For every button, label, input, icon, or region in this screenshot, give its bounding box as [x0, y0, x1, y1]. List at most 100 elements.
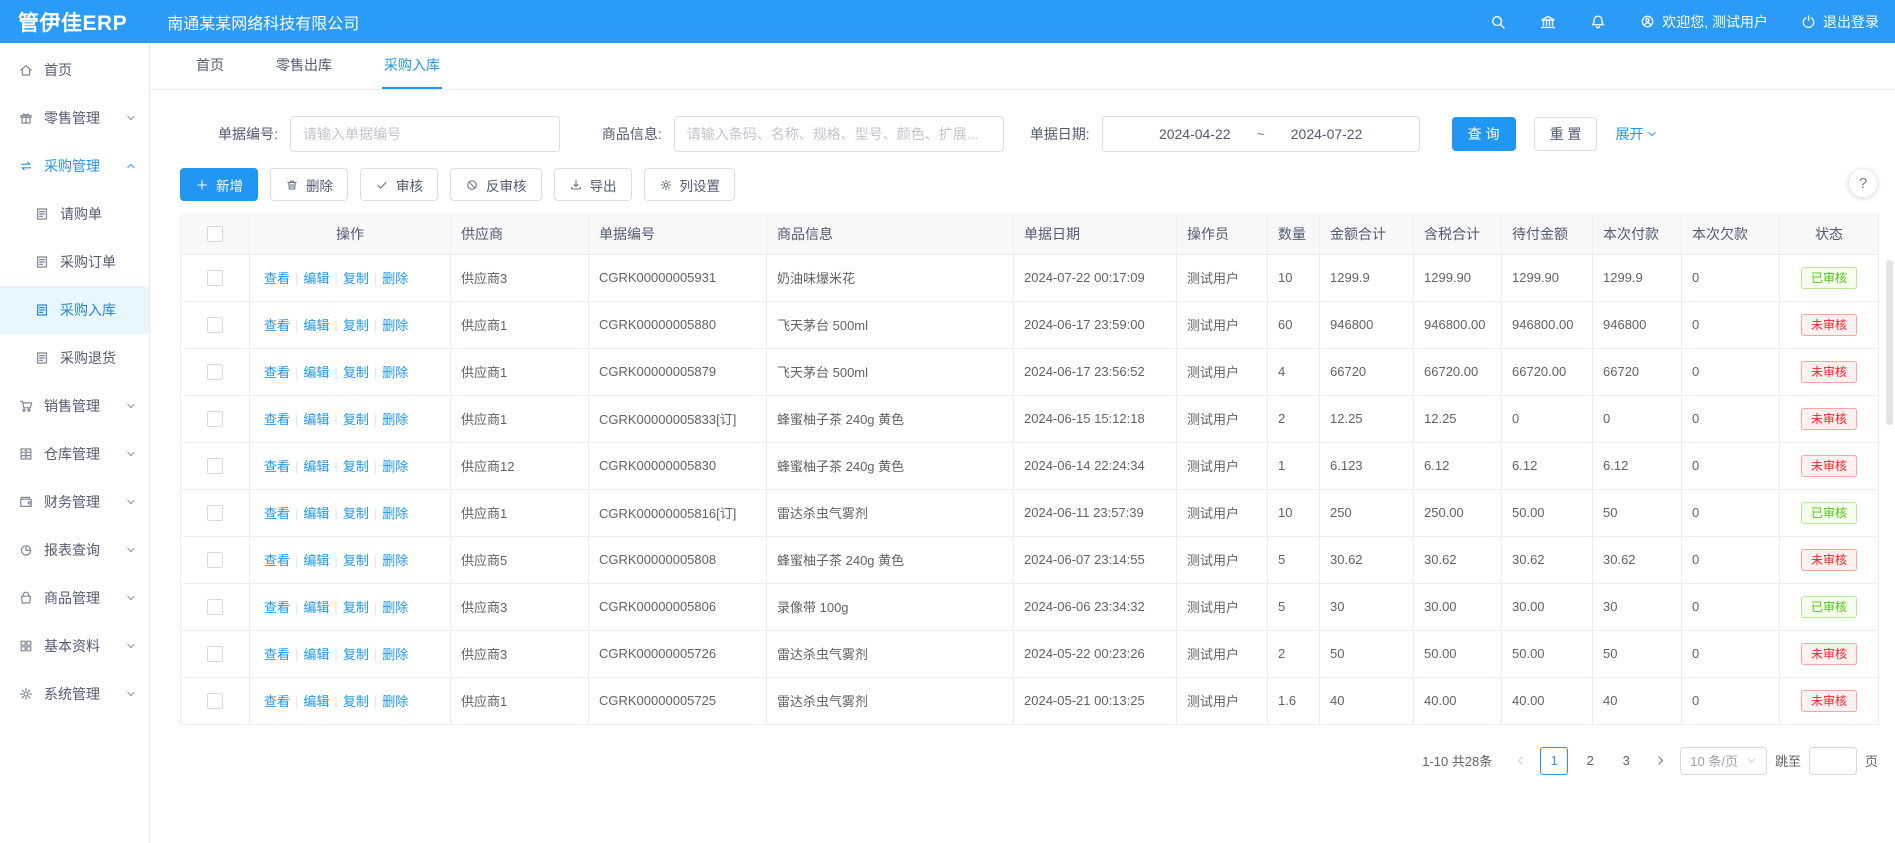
row-action-删除[interactable]: 删除 [382, 600, 408, 615]
row-action-编辑[interactable]: 编辑 [303, 459, 329, 474]
sidebar-item-purchase-return[interactable]: 采购退货 [0, 334, 149, 382]
tab-home[interactable]: 首页 [194, 43, 226, 89]
product-info-input[interactable] [674, 116, 1004, 152]
row-action-复制[interactable]: 复制 [343, 459, 369, 474]
sidebar-item-goods-mgmt[interactable]: 商品管理 [0, 574, 149, 622]
date-range-picker[interactable]: 2024-04-22 ~ 2024-07-22 [1102, 116, 1420, 152]
row-action-编辑[interactable]: 编辑 [303, 647, 329, 662]
add-button[interactable]: 新增 [180, 168, 258, 201]
row-checkbox[interactable] [207, 552, 223, 568]
row-action-复制[interactable]: 复制 [343, 365, 369, 380]
row-action-复制[interactable]: 复制 [343, 647, 369, 662]
sidebar-item-purchase-mgmt[interactable]: 采购管理 [0, 142, 149, 190]
tab-retail-outbound[interactable]: 零售出库 [274, 43, 334, 89]
row-action-删除[interactable]: 删除 [382, 506, 408, 521]
row-action-查看[interactable]: 查看 [264, 459, 290, 474]
sidebar-item-purchase-inbound[interactable]: 采购入库 [0, 286, 149, 334]
tab-purchase-inbound[interactable]: 采购入库 [382, 43, 442, 89]
select-all-checkbox[interactable] [207, 226, 223, 242]
row-action-删除[interactable]: 删除 [382, 694, 408, 709]
sidebar-item-retail-mgmt[interactable]: 零售管理 [0, 94, 149, 142]
row-action-删除[interactable]: 删除 [382, 459, 408, 474]
sidebar-item-system-mgmt[interactable]: 系统管理 [0, 670, 149, 718]
row-action-复制[interactable]: 复制 [343, 600, 369, 615]
page-size-select[interactable]: 10 条/页 [1680, 747, 1767, 775]
date-start[interactable]: 2024-04-22 [1159, 126, 1231, 142]
search-button[interactable]: 查 询 [1452, 117, 1516, 151]
row-action-删除[interactable]: 删除 [382, 647, 408, 662]
row-action-删除[interactable]: 删除 [382, 412, 408, 427]
page-jump-input[interactable] [1809, 747, 1857, 775]
scrollbar[interactable] [1886, 260, 1893, 425]
next-page-button[interactable] [1648, 747, 1672, 775]
row-checkbox[interactable] [207, 317, 223, 333]
row-checkbox[interactable] [207, 364, 223, 380]
row-action-查看[interactable]: 查看 [264, 318, 290, 333]
row-action-查看[interactable]: 查看 [264, 506, 290, 521]
row-action-复制[interactable]: 复制 [343, 694, 369, 709]
sidebar-item-home[interactable]: 首页 [0, 46, 149, 94]
row-action-编辑[interactable]: 编辑 [303, 553, 329, 568]
sidebar-item-report-query[interactable]: 报表查询 [0, 526, 149, 574]
row-action-编辑[interactable]: 编辑 [303, 694, 329, 709]
row-action-编辑[interactable]: 编辑 [303, 412, 329, 427]
page-number-3[interactable]: 3 [1612, 747, 1640, 775]
row-action-复制[interactable]: 复制 [343, 553, 369, 568]
sidebar-item-warehouse-mgmt[interactable]: 仓库管理 [0, 430, 149, 478]
help-button[interactable]: ? [1848, 168, 1878, 198]
row-action-编辑[interactable]: 编辑 [303, 318, 329, 333]
page-number-1[interactable]: 1 [1540, 747, 1568, 775]
delete-button[interactable]: 删除 [270, 168, 348, 201]
prev-page-button[interactable] [1508, 747, 1532, 775]
bank-icon[interactable] [1539, 13, 1557, 31]
row-action-编辑[interactable]: 编辑 [303, 506, 329, 521]
bell-icon[interactable] [1589, 13, 1607, 31]
row-checkbox[interactable] [207, 411, 223, 427]
row-checkbox[interactable] [207, 270, 223, 286]
row-action-删除[interactable]: 删除 [382, 318, 408, 333]
row-action-查看[interactable]: 查看 [264, 647, 290, 662]
sidebar-item-finance-mgmt[interactable]: 财务管理 [0, 478, 149, 526]
unaudit-button[interactable]: 反审核 [450, 168, 542, 201]
row-checkbox[interactable] [207, 646, 223, 662]
row-action-删除[interactable]: 删除 [382, 365, 408, 380]
row-action-复制[interactable]: 复制 [343, 412, 369, 427]
audit-button[interactable]: 审核 [360, 168, 438, 201]
page-number-2[interactable]: 2 [1576, 747, 1604, 775]
row-action-复制[interactable]: 复制 [343, 271, 369, 286]
warehouse-icon [18, 446, 34, 462]
expand-toggle[interactable]: 展开 [1615, 124, 1658, 144]
date-end[interactable]: 2024-07-22 [1291, 126, 1363, 142]
row-checkbox[interactable] [207, 599, 223, 615]
cell-supplier: 供应商3 [451, 583, 589, 630]
column-settings-button[interactable]: 列设置 [644, 168, 736, 201]
export-button[interactable]: 导出 [554, 168, 632, 201]
row-checkbox[interactable] [207, 693, 223, 709]
row-action-编辑[interactable]: 编辑 [303, 365, 329, 380]
search-icon[interactable] [1489, 13, 1507, 31]
sidebar-item-purchase-request[interactable]: 请购单 [0, 190, 149, 238]
sidebar-item-basic-data[interactable]: 基本资料 [0, 622, 149, 670]
logout-button[interactable]: 退出登录 [1800, 12, 1879, 32]
row-action-编辑[interactable]: 编辑 [303, 271, 329, 286]
row-action-查看[interactable]: 查看 [264, 365, 290, 380]
row-action-删除[interactable]: 删除 [382, 553, 408, 568]
row-action-复制[interactable]: 复制 [343, 506, 369, 521]
row-action-复制[interactable]: 复制 [343, 318, 369, 333]
reset-button[interactable]: 重 置 [1534, 117, 1598, 151]
sidebar-item-purchase-order[interactable]: 采购订单 [0, 238, 149, 286]
row-action-查看[interactable]: 查看 [264, 694, 290, 709]
logout-icon [1800, 13, 1817, 30]
row-action-查看[interactable]: 查看 [264, 271, 290, 286]
bill-no-input[interactable] [290, 116, 560, 152]
row-checkbox[interactable] [207, 458, 223, 474]
row-action-编辑[interactable]: 编辑 [303, 600, 329, 615]
row-action-删除[interactable]: 删除 [382, 271, 408, 286]
row-action-查看[interactable]: 查看 [264, 412, 290, 427]
row-checkbox[interactable] [207, 505, 223, 521]
cell-paid: 1299.9 [1593, 254, 1682, 301]
row-action-查看[interactable]: 查看 [264, 600, 290, 615]
sidebar-item-sales-mgmt[interactable]: 销售管理 [0, 382, 149, 430]
row-action-查看[interactable]: 查看 [264, 553, 290, 568]
welcome-user[interactable]: 欢迎您, 测试用户 [1639, 12, 1768, 32]
